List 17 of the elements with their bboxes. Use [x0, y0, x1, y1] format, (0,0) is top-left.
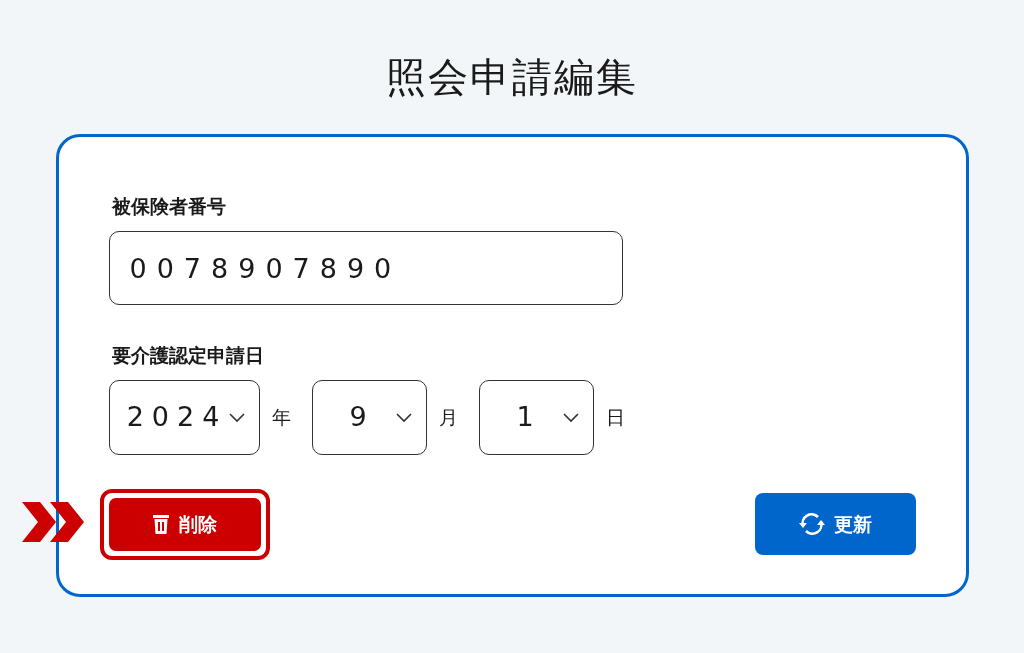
field-label: 被保険者番号: [111, 194, 227, 219]
dropdown[interactable]: 9: [311, 380, 427, 455]
unit-label: 年: [271, 405, 291, 431]
field-label: 要介護認定申請日: [111, 343, 265, 368]
input-field[interactable]: 0078907890: [108, 231, 623, 305]
chevron-down-icon: [562, 412, 579, 423]
chevron-down-icon: [395, 412, 412, 423]
page-title: 照会申請編集: [386, 53, 638, 102]
chevron-down-icon: [228, 412, 245, 423]
pointer-chevrons-icon: [21, 501, 86, 542]
unit-label: 月: [438, 405, 458, 431]
unit-label: 日: [605, 405, 625, 431]
dropdown[interactable]: 1: [478, 380, 594, 455]
dropdown[interactable]: 2024: [108, 380, 260, 455]
refresh-icon: [798, 512, 826, 536]
trash-icon: [152, 514, 169, 534]
delete-button[interactable]: 削除: [99, 488, 270, 560]
